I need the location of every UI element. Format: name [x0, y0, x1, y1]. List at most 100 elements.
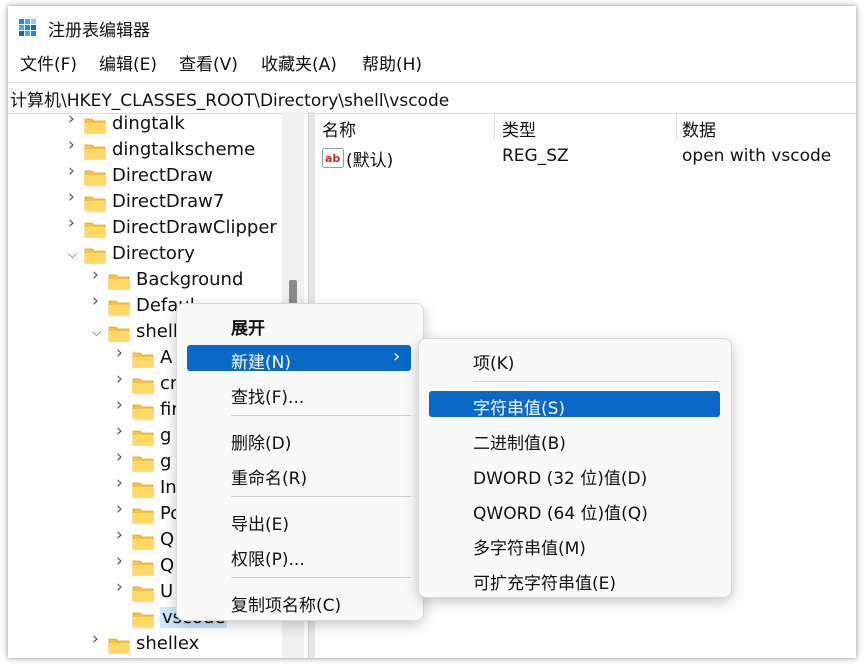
- tree-node-label[interactable]: dingtalkscheme: [112, 139, 255, 160]
- menu-item-new[interactable]: 新建(N): [231, 348, 291, 373]
- folder-icon: [132, 456, 154, 472]
- folder-icon: [108, 638, 130, 654]
- folder-icon: [132, 430, 154, 446]
- tree-node[interactable]: › Background: [8, 267, 282, 294]
- menu-view[interactable]: 查看(V): [179, 50, 238, 75]
- tree-node[interactable]: › DirectDraw7: [8, 189, 282, 216]
- tree-node-label[interactable]: DirectDrawClipper: [112, 217, 277, 238]
- tree-node-label[interactable]: A: [160, 347, 172, 368]
- tree-node-label[interactable]: cr: [160, 373, 177, 394]
- submenu-item-qword-value[interactable]: QWORD (64 位)值(Q): [473, 499, 648, 524]
- folder-icon: [132, 612, 154, 628]
- chevron-down-icon[interactable]: ⌵: [92, 325, 104, 339]
- title-bar: 注册表编辑器: [8, 6, 856, 46]
- menu-favorites[interactable]: 收藏夹(A): [261, 50, 337, 75]
- chevron-right-icon[interactable]: ›: [116, 501, 128, 518]
- new-submenu: 项(K) 字符串值(S) 二进制值(B) DWORD (32 位)值(D) QW…: [418, 338, 732, 598]
- submenu-item-string-value[interactable]: 字符串值(S): [473, 394, 565, 419]
- tree-node[interactable]: › DirectDrawClipper: [8, 215, 282, 242]
- folder-icon: [132, 586, 154, 602]
- menu-separator: [473, 381, 719, 382]
- tree-node-label[interactable]: dingtalk: [112, 113, 185, 134]
- tree-node[interactable]: › DirectDraw: [8, 163, 282, 190]
- string-value-icon: ab: [322, 148, 344, 168]
- chevron-right-icon[interactable]: ›: [116, 475, 128, 492]
- folder-icon: [132, 508, 154, 524]
- folder-icon: [108, 300, 130, 316]
- folder-icon: [132, 482, 154, 498]
- chevron-right-icon[interactable]: ›: [116, 579, 128, 596]
- tree-node[interactable]: › shellex: [8, 631, 282, 658]
- chevron-right-icon[interactable]: ›: [68, 163, 80, 180]
- tree-node-label[interactable]: DirectDraw7: [112, 191, 224, 212]
- chevron-right-icon[interactable]: ›: [92, 293, 104, 310]
- tree-node-label[interactable]: Background: [136, 269, 243, 290]
- folder-icon: [84, 118, 106, 134]
- chevron-right-icon[interactable]: ›: [116, 553, 128, 570]
- tree-node-label[interactable]: Q: [160, 555, 174, 576]
- menu-item-export[interactable]: 导出(E): [231, 510, 289, 535]
- address-path[interactable]: 计算机\HKEY_CLASSES_ROOT\Directory\shell\vs…: [10, 86, 449, 111]
- tree-node-label[interactable]: Q: [160, 529, 174, 550]
- menu-item-expand[interactable]: 展开: [231, 314, 265, 339]
- submenu-item-dword-value[interactable]: DWORD (32 位)值(D): [473, 464, 647, 489]
- tree-node-label[interactable]: In: [160, 477, 177, 498]
- folder-icon: [108, 274, 130, 290]
- svg-text:ab: ab: [325, 152, 340, 165]
- menu-edit[interactable]: 编辑(E): [99, 50, 157, 75]
- column-divider[interactable]: [494, 114, 495, 140]
- submenu-item-expandable-string-value[interactable]: 可扩充字符串值(E): [473, 569, 616, 594]
- folder-icon: [132, 404, 154, 420]
- context-menu: 展开 新建(N) › 查找(F)... 删除(D) 重命名(R) 导出(E) 权…: [176, 303, 424, 621]
- value-name[interactable]: (默认): [346, 146, 393, 171]
- tree-node[interactable]: › dingtalk: [8, 112, 282, 138]
- chevron-right-icon[interactable]: ›: [116, 397, 128, 414]
- tree-node-label[interactable]: shell: [136, 321, 178, 342]
- chevron-right-icon[interactable]: ›: [68, 137, 80, 154]
- column-header-name[interactable]: 名称: [322, 116, 356, 141]
- folder-icon: [132, 352, 154, 368]
- submenu-arrow-icon: ›: [393, 346, 401, 367]
- menu-item-delete[interactable]: 删除(D): [231, 429, 291, 454]
- menu-item-find[interactable]: 查找(F)...: [231, 383, 304, 408]
- column-header-type[interactable]: 类型: [502, 116, 536, 141]
- chevron-right-icon[interactable]: ›: [116, 449, 128, 466]
- tree-node[interactable]: › dingtalkscheme: [8, 137, 282, 164]
- tree-node-label[interactable]: DirectDraw: [112, 165, 213, 186]
- menu-separator: [231, 577, 411, 578]
- tree-node-label[interactable]: g: [160, 451, 171, 472]
- tree-node-label[interactable]: U: [160, 581, 173, 602]
- menu-item-copy-key-name[interactable]: 复制项名称(C): [231, 591, 341, 616]
- chevron-right-icon[interactable]: ›: [116, 423, 128, 440]
- tree-node[interactable]: ⌵ Directory: [8, 242, 282, 268]
- folder-icon: [132, 534, 154, 550]
- chevron-right-icon[interactable]: ›: [68, 189, 80, 206]
- submenu-item-multi-string-value[interactable]: 多字符串值(M): [473, 534, 586, 559]
- chevron-right-icon[interactable]: ›: [116, 527, 128, 544]
- menu-separator: [231, 496, 411, 497]
- menu-separator: [231, 415, 411, 416]
- window-title: 注册表编辑器: [48, 21, 150, 41]
- menu-file[interactable]: 文件(F): [20, 50, 77, 75]
- chevron-right-icon[interactable]: ›: [116, 371, 128, 388]
- submenu-item-key[interactable]: 项(K): [473, 349, 514, 374]
- tree-node-label[interactable]: shellex: [136, 633, 199, 654]
- tree-node-label[interactable]: Directory: [112, 243, 195, 264]
- folder-icon: [84, 248, 106, 264]
- menu-item-new-highlight[interactable]: [187, 345, 411, 371]
- chevron-right-icon[interactable]: ›: [116, 345, 128, 362]
- chevron-right-icon[interactable]: ›: [92, 267, 104, 284]
- chevron-right-icon[interactable]: ›: [68, 112, 80, 128]
- menu-item-permissions[interactable]: 权限(P)...: [231, 545, 305, 570]
- menu-help[interactable]: 帮助(H): [362, 50, 422, 75]
- chevron-right-icon[interactable]: ›: [68, 215, 80, 232]
- submenu-item-binary-value[interactable]: 二进制值(B): [473, 429, 566, 454]
- chevron-down-icon[interactable]: ⌵: [68, 247, 80, 261]
- folder-icon: [108, 326, 130, 342]
- address-bar[interactable]: 计算机\HKEY_CLASSES_ROOT\Directory\shell\vs…: [8, 82, 856, 114]
- column-header-data[interactable]: 数据: [682, 116, 716, 141]
- chevron-right-icon[interactable]: ›: [92, 631, 104, 648]
- column-divider[interactable]: [676, 114, 677, 140]
- tree-node-label[interactable]: g: [160, 425, 171, 446]
- menu-item-rename[interactable]: 重命名(R): [231, 464, 307, 489]
